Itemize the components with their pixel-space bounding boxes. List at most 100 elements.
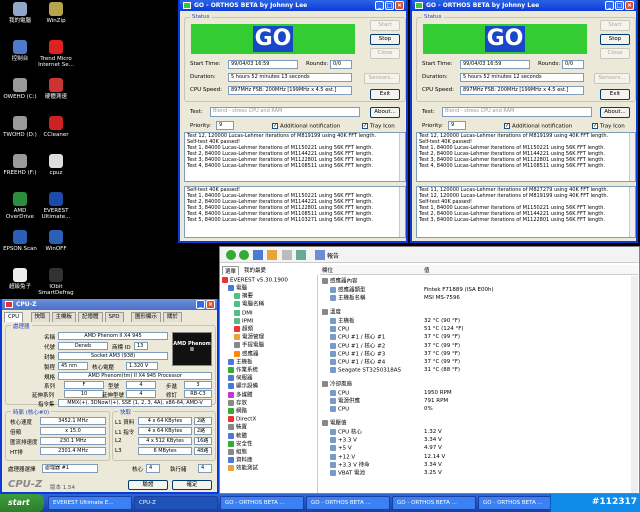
column-value[interactable]: 值	[424, 266, 430, 274]
sensor-row[interactable]: CPU #1 / 核心 #2	[330, 342, 385, 351]
sensor-row[interactable]: 電源供應	[330, 398, 360, 406]
taskbar-task[interactable]: CPU-Z	[134, 496, 218, 510]
processor-select[interactable]: 處理器 #1	[42, 464, 98, 473]
tree-item[interactable]: 多媒體	[228, 391, 253, 400]
tree-item[interactable]: 資料庫	[228, 457, 253, 465]
scrollbar[interactable]	[399, 133, 405, 181]
validate-button[interactable]: 驗證	[128, 480, 168, 490]
up-icon[interactable]	[253, 250, 263, 260]
taskbar-task[interactable]: GO - ORTHOS BETA ...	[220, 496, 304, 510]
desktop-icon[interactable]: EVEREST Ultimate...	[36, 192, 76, 220]
tree-item[interactable]: DirectX	[228, 416, 256, 424]
cpuz-tab[interactable]: 主機板	[51, 312, 77, 322]
cpuz-tab[interactable]: 關於	[163, 312, 183, 322]
sensor-row[interactable]: CPU #1 / 核心 #1	[330, 334, 385, 342]
scrollbar[interactable]	[629, 187, 635, 237]
scrollbar[interactable]	[399, 187, 405, 237]
tree-item[interactable]: 網路	[228, 408, 247, 416]
close-icon[interactable]: ×	[206, 300, 215, 309]
tree-item[interactable]: 電源管理	[234, 334, 264, 342]
desktop-icon[interactable]: AMD OverDrive	[0, 192, 40, 220]
report-icon[interactable]	[315, 250, 325, 260]
sensor-row[interactable]: CPU	[330, 326, 349, 334]
sensor-row[interactable]: +12 V	[330, 453, 355, 462]
desktop-icon[interactable]: TWOHD (D:)	[0, 116, 40, 138]
stop-button[interactable]: Stop	[600, 34, 630, 45]
sensor-row[interactable]: +3.3 V	[330, 437, 357, 445]
forward-icon[interactable]	[239, 250, 249, 260]
tab-menu[interactable]: 選單	[222, 266, 240, 275]
report-button[interactable]: 報告	[327, 251, 339, 260]
sensor-row[interactable]: CPU #1 / 核心 #4	[330, 358, 385, 367]
test-select[interactable]: Blend - stress CPU and RAM	[210, 107, 360, 117]
tree-item[interactable]: 感應器	[234, 350, 259, 359]
taskbar-task[interactable]: GO - ORTHOS BETA ...	[306, 496, 390, 510]
cpuz-tab[interactable]: 記憶體	[78, 312, 103, 322]
tree-item[interactable]: 作業系統	[228, 367, 258, 375]
cpuz-tab[interactable]: CPU	[4, 312, 24, 322]
minimize-button[interactable]: _	[605, 1, 614, 10]
about-button[interactable]: About...	[600, 107, 630, 118]
chart-icon[interactable]	[296, 250, 306, 260]
desktop-icon[interactable]: Trend Micro Internet Se...	[36, 40, 76, 68]
tree-item[interactable]: 伺服器	[228, 375, 253, 383]
ok-button[interactable]: 確定	[172, 480, 212, 490]
tab-favorites[interactable]: 我的最愛	[242, 266, 268, 274]
additional-notification-checkbox[interactable]: ✓ Additional notification	[504, 123, 572, 130]
log-panel-1[interactable]: Test 12, 120000 Lucas-Lehmer iterations …	[184, 132, 406, 182]
tray-icon-checkbox[interactable]: ✓ Tray Icon	[362, 123, 395, 130]
minimize-button[interactable]: _	[375, 1, 384, 10]
desktop-icon[interactable]: 硬體測速	[36, 78, 76, 100]
close-icon[interactable]: ×	[625, 1, 634, 10]
tree-item[interactable]: 組態	[228, 449, 247, 457]
tree-item[interactable]: 顯示設備	[228, 383, 258, 391]
maximize-button[interactable]: □	[615, 1, 624, 10]
sensor-row[interactable]: 主機板名稱	[330, 295, 366, 303]
desktop-icon[interactable]: 我的電腦	[0, 2, 40, 24]
sensor-row[interactable]: 主機板	[330, 318, 355, 326]
cpuz-tab[interactable]: SPD	[104, 312, 124, 322]
start-button[interactable]: start	[0, 494, 44, 512]
taskbar-task[interactable]: GO - ORTHOS BETA ...	[392, 496, 476, 510]
desktop-icon[interactable]: 控制台	[0, 40, 40, 62]
desktop-icon[interactable]: EPSON Scan	[0, 230, 40, 252]
sensor-row[interactable]: Seagate ST3250318AS	[330, 366, 401, 375]
additional-notification-checkbox[interactable]: ✓ Additional notification	[272, 123, 340, 130]
orthos-window-left[interactable]: GO - ORTHOS BETA by Johnny Lee _ □ × Statu…	[178, 0, 408, 243]
tree-item[interactable]: 手提電腦	[234, 342, 264, 350]
sensor-row[interactable]: 感應器類型	[330, 287, 366, 295]
desktop-icon[interactable]: CCleaner	[36, 116, 76, 138]
sensors-button[interactable]: Sensors...	[364, 73, 400, 84]
sensor-row[interactable]: CPU	[330, 389, 349, 398]
sensor-row[interactable]: CPU 核心	[330, 429, 362, 437]
cpuz-window[interactable]: CPU-Z _ × CPU 快取 主機板 記憶體 SPD 圖形顯示 關於 處理器 名稱 AMD…	[0, 299, 219, 494]
desktop-icon[interactable]: FREEHD (F:)	[0, 154, 40, 176]
tree-item[interactable]: 摘要	[234, 293, 253, 301]
desktop-icon[interactable]: IObit SmartDefrag	[36, 268, 76, 296]
orthos-window-right[interactable]: GO - ORTHOS BETA by Johnny Lee _ □ × Statu…	[410, 0, 638, 243]
sensor-row[interactable]: +5 V	[330, 445, 352, 453]
tree-item[interactable]: 安全性	[228, 440, 253, 449]
maximize-button[interactable]: □	[385, 1, 394, 10]
sensor-row[interactable]: CPU #1 / 核心 #3	[330, 350, 385, 359]
tree-item[interactable]: 電腦	[228, 285, 247, 293]
title-bar[interactable]: CPU-Z _ ×	[2, 299, 217, 310]
test-select[interactable]: Blend - stress CPU and RAM	[442, 107, 592, 117]
tree-item[interactable]: 主機板	[228, 358, 253, 367]
cpuz-tab[interactable]: 圖形顯示	[131, 312, 162, 322]
scrollbar[interactable]	[629, 133, 635, 181]
desktop-icon[interactable]: WinZip	[36, 2, 76, 24]
scrollbar[interactable]	[631, 276, 638, 493]
start-button[interactable]: Start	[600, 20, 630, 31]
log-panel-2[interactable]: Self-test 40K passed! Test 1, 84000 Lucas…	[184, 186, 406, 238]
tree-item[interactable]: DMI	[234, 309, 253, 318]
tree-item[interactable]: 存放	[228, 399, 247, 408]
desktop-icon[interactable]: OWEHD (C:)	[0, 78, 40, 100]
tree-item[interactable]: 超頻	[234, 326, 253, 334]
priority-select[interactable]: 9	[216, 121, 234, 130]
exit-button[interactable]: Exit	[370, 89, 400, 100]
tree-item[interactable]: IPMI	[234, 317, 253, 326]
sensor-row[interactable]: VBAT 電池	[330, 469, 365, 478]
start-button[interactable]: Start	[370, 20, 400, 31]
column-item[interactable]: 欄位	[322, 266, 333, 274]
